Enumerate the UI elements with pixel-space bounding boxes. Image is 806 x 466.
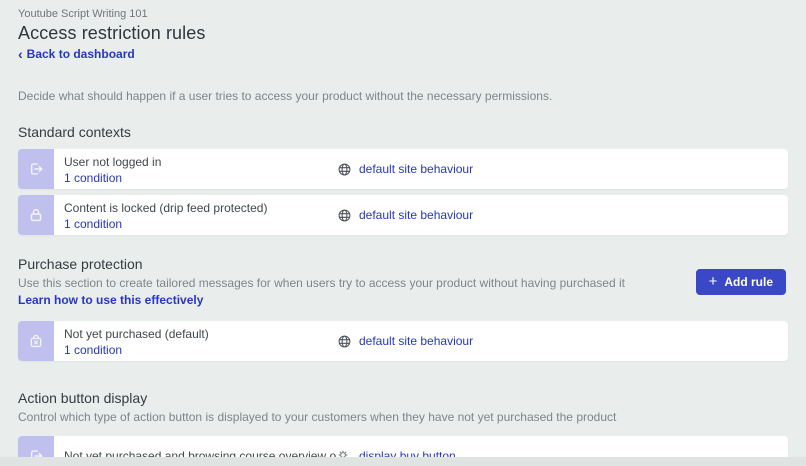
breadcrumb-product-name: Youtube Script Writing 101 <box>18 8 788 21</box>
learn-how-link[interactable]: Learn how to use this effectively <box>18 293 203 308</box>
lock-icon <box>18 195 54 235</box>
section-title-standard-contexts: Standard contexts <box>18 124 788 141</box>
standard-contexts-cards: User not logged in 1 condition default s… <box>18 149 788 235</box>
rule-title: Not yet purchased (default) <box>64 327 327 341</box>
rule-conditions-link[interactable]: 1 condition <box>64 171 122 185</box>
locked-bag-icon <box>18 321 54 361</box>
behaviour-link[interactable]: default site behaviour <box>359 208 473 222</box>
access-restriction-page: Youtube Script Writing 101 Access restri… <box>0 0 806 466</box>
rule-card-not-yet-purchased: Not yet purchased (default) 1 condition … <box>18 321 788 361</box>
add-rule-label: Add rule <box>724 275 773 289</box>
bottom-strip <box>0 457 806 466</box>
back-link-label: Back to dashboard <box>27 47 135 61</box>
globe-icon <box>337 208 352 223</box>
globe-icon <box>337 162 352 177</box>
rule-conditions-link[interactable]: 1 condition <box>64 217 122 231</box>
rule-card-content-locked: Content is locked (drip feed protected) … <box>18 195 788 235</box>
action-button-description: Control which type of action button is d… <box>18 410 788 425</box>
add-rule-button[interactable]: + Add rule <box>696 269 786 295</box>
logout-icon <box>18 149 54 189</box>
page-description: Decide what should happen if a user trie… <box>18 89 788 103</box>
page-title: Access restriction rules <box>18 23 788 44</box>
rule-title: User not logged in <box>64 155 327 169</box>
behaviour-link[interactable]: default site behaviour <box>359 334 473 348</box>
rule-title: Content is locked (drip feed protected) <box>64 201 327 215</box>
section-title-purchase-protection: Purchase protection <box>18 256 788 273</box>
section-title-action-button-display: Action button display <box>18 390 788 407</box>
plus-icon: + <box>709 275 718 289</box>
purchase-protection-cards: Not yet purchased (default) 1 condition … <box>18 321 788 361</box>
behaviour-link[interactable]: default site behaviour <box>359 162 473 176</box>
rule-conditions-link[interactable]: 1 condition <box>64 343 122 357</box>
chevron-left-icon: ‹ <box>18 48 23 60</box>
back-to-dashboard-link[interactable]: ‹ Back to dashboard <box>18 47 135 61</box>
rule-card-user-not-logged-in: User not logged in 1 condition default s… <box>18 149 788 189</box>
purchase-protection-header: Purchase protection Use this section to … <box>18 256 788 309</box>
globe-icon <box>337 334 352 349</box>
purchase-protection-description: Use this section to create tailored mess… <box>18 276 788 291</box>
